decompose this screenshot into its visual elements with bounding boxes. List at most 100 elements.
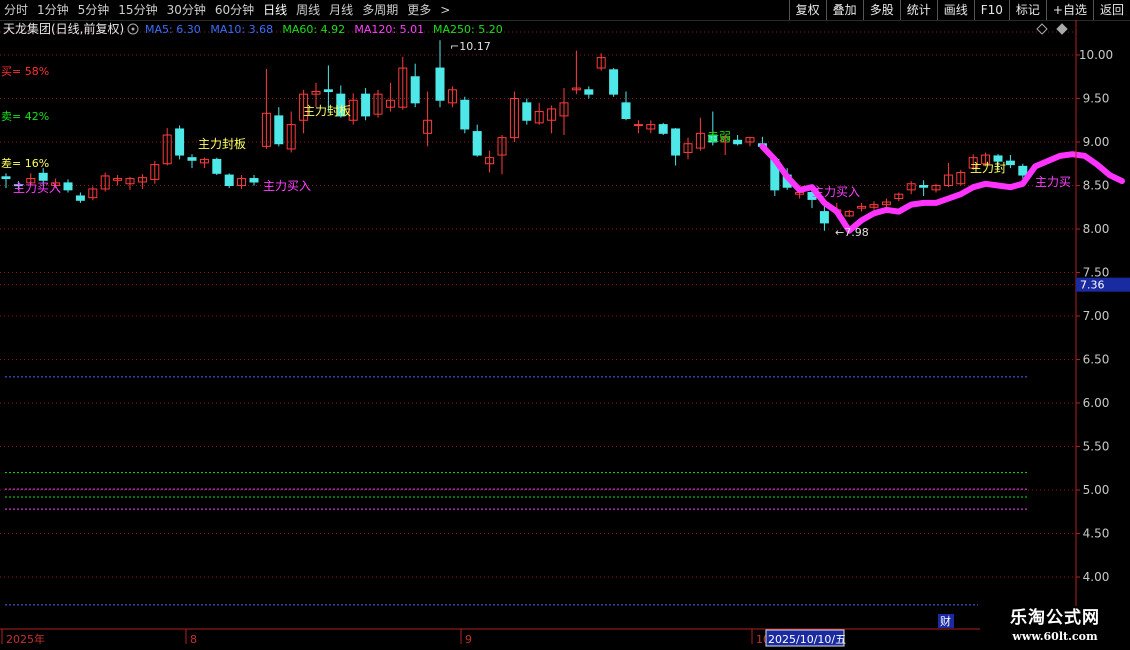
toolbar-button-0[interactable]: 复权: [788, 0, 826, 20]
signal-label: 主力买入: [13, 181, 61, 195]
signal-label: 走弱: [707, 130, 731, 144]
watermark-url: www.60lt.com: [1012, 630, 1098, 643]
candle-body: [187, 157, 197, 161]
candle-body: [410, 76, 420, 104]
ma-legend-3: MA120: 5.01: [354, 23, 424, 36]
price-tick-label: 7.50: [1083, 266, 1110, 280]
toolbar-button-5[interactable]: F10: [973, 0, 1009, 20]
gear-icon-center: [131, 27, 135, 31]
price-tick-label: 4.00: [1083, 570, 1110, 584]
signal-stat-0: 买= 58%: [1, 65, 49, 78]
toolbar-actions: 复权 叠加 多股 统计 画线 F10 标记 +自选 返回: [788, 0, 1130, 20]
tab-timeframe-7[interactable]: 周线: [292, 0, 325, 20]
signal-label: 主力封板: [303, 104, 351, 118]
candle-body: [633, 124, 643, 127]
candle-body: [175, 128, 185, 156]
cursor-date-label: 2025/10/10/五: [768, 633, 846, 646]
price-tick-label: 8.50: [1083, 179, 1110, 193]
price-tick-label: 6.00: [1083, 396, 1110, 410]
candle-body: [609, 69, 619, 95]
watermark-title: 乐淘公式网: [1010, 608, 1100, 628]
ma-legend-2: MA60: 4.92: [282, 23, 345, 36]
signal-stat-1: 卖= 42%: [1, 110, 49, 123]
toolbar-button-7[interactable]: +自选: [1045, 0, 1093, 20]
period-toolbar: 分时 1分钟 5分钟 15分钟 30分钟 60分钟 日线 周线 月线 多周期 更多 > 复权 叠加 多股统…: [0, 0, 1130, 21]
timeframe-tabs: 分时 1分钟 5分钟 15分钟 30分钟 60分钟 日线 周线 月线 多周期 更多 >: [0, 0, 455, 20]
date-label: 2025年: [6, 632, 45, 646]
candle-body: [522, 102, 532, 121]
tab-timeframe-10[interactable]: 更多: [403, 0, 436, 20]
tab-timeframe-0[interactable]: 分时: [0, 0, 33, 20]
watermark: 乐淘公式网 www.60lt.com: [980, 606, 1130, 650]
price-tick-label: 7.00: [1083, 309, 1110, 323]
signal-stat-2: 差= 16%: [1, 156, 49, 170]
date-label: 9: [465, 633, 472, 646]
toolbar-button-2[interactable]: 多股: [862, 0, 900, 20]
low-price-label: ←7.98: [835, 226, 869, 239]
candle-body: [919, 185, 929, 188]
candle-body: [323, 89, 333, 93]
high-price-label: ⌐10.17: [450, 40, 491, 53]
tab-timeframe-6[interactable]: 日线: [259, 0, 292, 20]
candle-body: [819, 211, 829, 224]
kline-chart[interactable]: 天龙集团(日线,前复权) MA5: 6.30 MA10: 3.68 MA60: 4.9…: [0, 20, 1130, 650]
candle-body: [1, 176, 11, 180]
price-tick-label: 5.50: [1083, 440, 1110, 454]
candle-body: [658, 124, 668, 134]
signal-label: 主力买: [1035, 175, 1071, 189]
finance-badge-label: 财: [940, 614, 951, 628]
candle-body: [1018, 165, 1028, 176]
stock-title: 天龙集团(日线,前复权): [3, 21, 124, 36]
candle-body: [38, 172, 48, 181]
price-tick-label: 8.00: [1083, 222, 1110, 236]
ma-reference-lines: [5, 376, 1028, 606]
tab-timeframe-8[interactable]: 月线: [325, 0, 358, 20]
price-tick-label: 5.00: [1083, 483, 1110, 497]
toolbar-button-3[interactable]: 统计: [899, 0, 937, 20]
diamond-icon: [1056, 23, 1068, 35]
candle-body: [75, 195, 85, 201]
price-tick-label: 6.50: [1083, 353, 1110, 367]
tab-timeframe-9[interactable]: 多周期: [358, 0, 403, 20]
price-axis: 10.00 9.50 9.00 8.50 8.00 7.50 7.00 6.50 6.00 5.5…: [1075, 20, 1130, 632]
candle-body: [435, 67, 445, 101]
candle-body: [224, 174, 234, 186]
candles: [1, 40, 1028, 231]
price-tick-label: 4.50: [1083, 527, 1110, 541]
candle-body: [249, 178, 259, 183]
signal-label: 主力封: [970, 161, 1006, 175]
toolbar-button-6[interactable]: 标记: [1008, 0, 1046, 20]
candle-body: [621, 102, 631, 120]
candle-body: [671, 128, 681, 156]
candle-body: [1005, 160, 1015, 166]
price-tick-label: 9.50: [1083, 92, 1110, 106]
toolbar-button-8[interactable]: 返回: [1092, 0, 1130, 20]
signal-label: 主力买入: [263, 179, 311, 193]
candle-body: [472, 131, 482, 156]
candle-body: [212, 158, 222, 174]
price-tick-label: 10.00: [1079, 48, 1113, 62]
signal-label: 主力买入: [812, 185, 860, 199]
candle-body: [733, 139, 743, 145]
price-tick-label: 9.00: [1083, 135, 1110, 149]
candle-body: [63, 182, 73, 191]
diamond-icon: [1036, 23, 1048, 35]
more-chevron-icon[interactable]: >: [436, 0, 455, 20]
price-grid: [0, 31, 1076, 578]
current-price-label: 7.36: [1080, 279, 1105, 292]
tab-timeframe-1[interactable]: 1分钟: [33, 0, 74, 20]
candle-body: [460, 99, 470, 130]
tab-timeframe-2[interactable]: 5分钟: [74, 0, 115, 20]
toolbar-button-4[interactable]: 画线: [936, 0, 974, 20]
ma-legend-0: MA5: 6.30: [145, 23, 201, 36]
date-axis: 2025年 8 9 102025/10/10/五财: [0, 614, 1130, 647]
candle-body: [361, 93, 371, 117]
toolbar-button-1[interactable]: 叠加: [825, 0, 863, 20]
ma-legend-1: MA10: 3.68: [210, 23, 273, 36]
tab-timeframe-5[interactable]: 60分钟: [211, 0, 259, 20]
candle-body: [274, 115, 284, 145]
ma-legend-4: MA250: 5.20: [433, 23, 503, 36]
date-label: 8: [190, 633, 197, 646]
tab-timeframe-3[interactable]: 15分钟: [114, 0, 162, 20]
tab-timeframe-4[interactable]: 30分钟: [163, 0, 211, 20]
